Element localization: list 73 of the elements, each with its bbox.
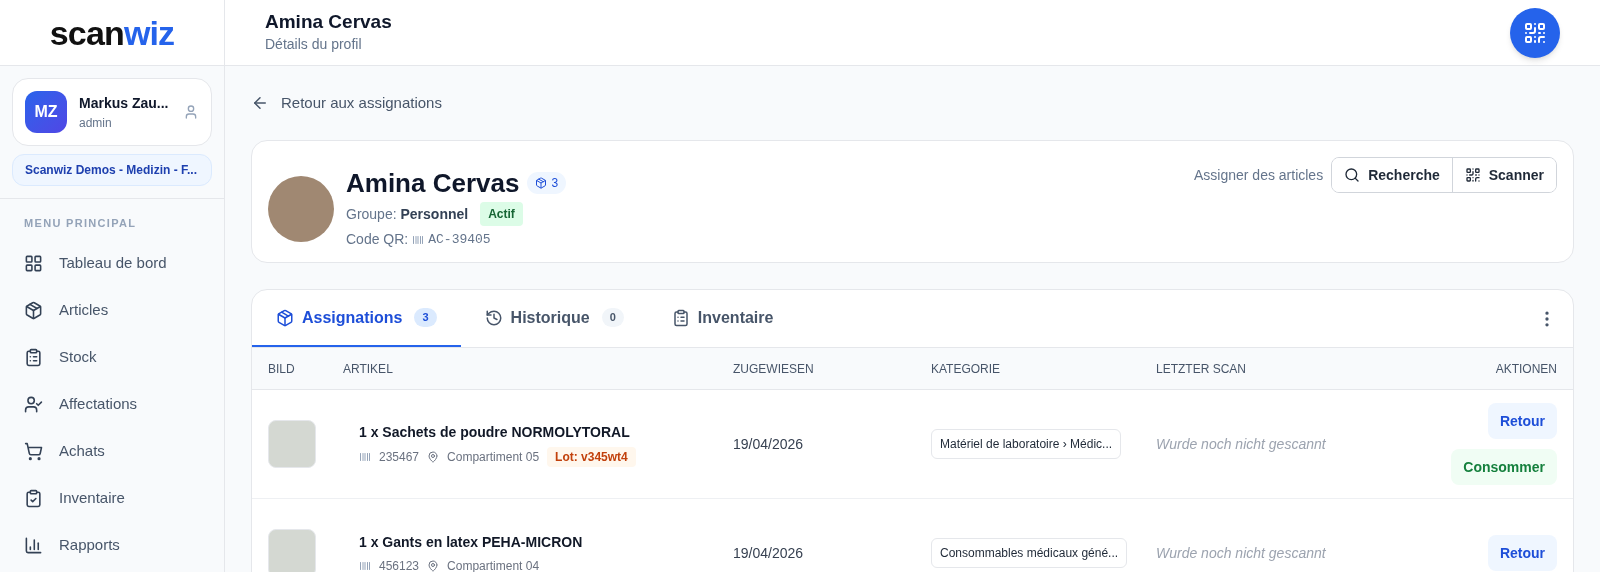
assign-label: Assigner des articles [1194, 165, 1324, 185]
scan-button[interactable]: Scanner [1451, 158, 1556, 192]
user-check-icon [24, 394, 43, 414]
organization-chip[interactable]: Scanwiz Demos - Medizin - F... [12, 154, 212, 186]
lot-badge: Lot: v345wt4 [547, 446, 636, 467]
tab[interactable]: Inventaire [647, 290, 798, 347]
nav-item[interactable]: Inventaire [24, 474, 200, 522]
qr-code-value: AC-39405 [428, 230, 491, 249]
barcode-icon [359, 450, 371, 463]
article-code: 456123 [379, 557, 420, 572]
category-tag: Consommables médicaux géné... [931, 538, 1128, 568]
clipboard-icon [671, 308, 690, 327]
back-link[interactable]: Retour aux assignations [251, 66, 1574, 140]
profile-name: Amina Cervas [346, 167, 520, 199]
return-button[interactable]: Retour [1487, 403, 1557, 439]
qr-scan-button[interactable] [1510, 7, 1560, 58]
clipboard-icon [24, 347, 43, 367]
package-icon [276, 308, 294, 327]
item-count-badge: 3 [527, 172, 567, 194]
logo: scanwiz [49, 15, 175, 50]
qr-label: Code QR: [346, 230, 409, 249]
article-name: 1 x Sachets de poudre NORMOLYTORAL [359, 422, 631, 442]
location-pin-icon [427, 450, 440, 463]
column-header: KATEGORIE [931, 360, 1002, 378]
article-location: Compartiment 05 [447, 448, 540, 466]
consume-button[interactable]: Consommer [1451, 449, 1557, 485]
nav-item[interactable]: Stock [24, 333, 200, 381]
grid-icon [24, 253, 43, 273]
qr-code-icon [1523, 20, 1547, 45]
product-photo-placeholder [268, 420, 316, 468]
article-location: Compartiment 04 [447, 557, 540, 572]
user-avatar: MZ [25, 91, 67, 133]
package-icon [24, 300, 43, 320]
user-icon [183, 104, 199, 120]
article-name: 1 x Gants en latex PEHA-MICRON [359, 532, 584, 552]
tab[interactable]: Historique 0 [460, 290, 648, 347]
category-tag: Matériel de laboratoire › Médic... [931, 429, 1122, 459]
nav-item[interactable]: Achats [24, 427, 200, 475]
assigned-date: 19/04/2026 [733, 543, 805, 563]
last-scan-text: Wurde noch nicht gescannt [1156, 434, 1327, 454]
nav-item[interactable]: Articles [24, 286, 200, 334]
column-header: ARTIKEL [343, 360, 394, 378]
user-name: Markus Zau... [79, 93, 170, 113]
barcode-icon [359, 559, 371, 572]
count-badge: 3 [414, 308, 437, 327]
column-header: ZUGEWIESEN [733, 360, 815, 378]
assigned-date: 19/04/2026 [733, 434, 805, 454]
package-icon [535, 177, 548, 189]
page-subtitle: Détails du profil [265, 35, 363, 54]
column-header: LETZTER SCAN [1156, 360, 1247, 378]
cart-icon [24, 441, 43, 461]
column-header: BILD [268, 360, 296, 378]
user-card[interactable]: MZ Markus Zau... admin [12, 78, 212, 146]
count-badge: 0 [601, 308, 624, 327]
last-scan-text: Wurde noch nicht gescannt [1156, 543, 1327, 563]
return-button[interactable]: Retour [1487, 535, 1557, 571]
status-badge: Actif [480, 202, 523, 226]
group-label: Groupe: Personnel [346, 204, 469, 224]
page-title: Amina Cervas [265, 10, 392, 34]
location-pin-icon [427, 559, 440, 572]
barcode-icon [412, 233, 425, 246]
history-icon [484, 308, 503, 327]
clipboard-check-icon [24, 488, 43, 508]
bar-chart-icon [24, 535, 43, 555]
search-icon [1344, 167, 1361, 183]
section-title: MENU PRINCIPAL [24, 216, 138, 231]
qr-code-icon [1464, 167, 1481, 183]
user-role: admin [79, 114, 113, 132]
nav-item[interactable]: Tableau de bord [24, 239, 200, 287]
nav-item[interactable]: Affectations [24, 380, 200, 428]
column-header: AKTIONEN [1494, 360, 1557, 378]
nav-item[interactable]: Rapports [24, 521, 200, 569]
article-code: 235467 [379, 448, 420, 466]
